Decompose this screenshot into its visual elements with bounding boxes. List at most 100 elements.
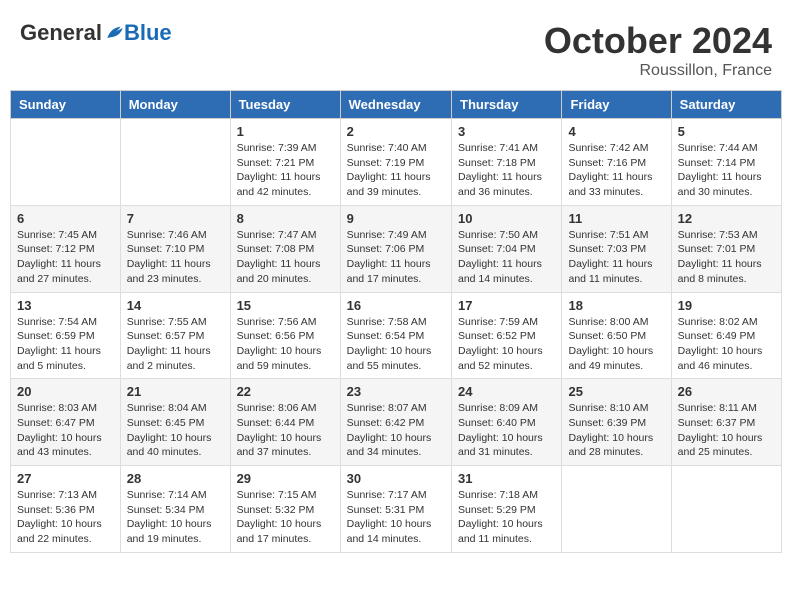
- calendar-cell: 29 Sunrise: 7:15 AM Sunset: 5:32 PM Dayli…: [230, 466, 340, 553]
- calendar-cell: 4 Sunrise: 7:42 AM Sunset: 7:16 PM Daylig…: [562, 119, 671, 206]
- day-number: 28: [127, 471, 224, 486]
- calendar-cell: 26Sunrise: 8:11 AM Sunset: 6:37 PM Dayli…: [671, 379, 781, 466]
- day-info: Sunrise: 7:42 AM Sunset: 7:16 PM Dayligh…: [568, 141, 664, 200]
- day-number: 13: [17, 298, 114, 313]
- day-number: 19: [678, 298, 775, 313]
- day-info: Sunrise: 7:47 AM Sunset: 7:08 PM Dayligh…: [237, 228, 334, 287]
- logo: General Blue: [20, 20, 172, 46]
- day-number: 2: [347, 124, 445, 139]
- day-number: 15: [237, 298, 334, 313]
- day-info: Sunrise: 8:06 AM Sunset: 6:44 PM Dayligh…: [237, 401, 334, 460]
- day-info: Sunrise: 7:59 AM Sunset: 6:52 PM Dayligh…: [458, 315, 555, 374]
- calendar-cell: [120, 119, 230, 206]
- day-info: Sunrise: 7:14 AM Sunset: 5:34 PM Dayligh…: [127, 488, 224, 547]
- calendar-cell: 21 Sunrise: 8:04 AM Sunset: 6:45 PM Dayli…: [120, 379, 230, 466]
- calendar-body: 1 Sunrise: 7:39 AM Sunset: 7:21 PM Daylig…: [11, 119, 782, 553]
- day-number: 25: [568, 384, 664, 399]
- day-number: 7: [127, 211, 224, 226]
- day-info: Sunrise: 8:03 AM Sunset: 6:47 PM Dayligh…: [17, 401, 114, 460]
- calendar-cell: 14 Sunrise: 7:55 AM Sunset: 6:57 PM Dayli…: [120, 292, 230, 379]
- day-info: Sunrise: 7:55 AM Sunset: 6:57 PM Dayligh…: [127, 315, 224, 374]
- calendar-cell: 8 Sunrise: 7:47 AM Sunset: 7:08 PM Daylig…: [230, 205, 340, 292]
- calendar-cell: 5 Sunrise: 7:44 AM Sunset: 7:14 PM Daylig…: [671, 119, 781, 206]
- day-info: Sunrise: 7:49 AM Sunset: 7:06 PM Dayligh…: [347, 228, 445, 287]
- day-number: 1: [237, 124, 334, 139]
- day-info: Sunrise: 7:39 AM Sunset: 7:21 PM Dayligh…: [237, 141, 334, 200]
- day-info: Sunrise: 7:46 AM Sunset: 7:10 PM Dayligh…: [127, 228, 224, 287]
- day-number: 6: [17, 211, 114, 226]
- calendar-day-header: Monday: [120, 91, 230, 119]
- day-number: 20: [17, 384, 114, 399]
- calendar-cell: 19Sunrise: 8:02 AM Sunset: 6:49 PM Dayli…: [671, 292, 781, 379]
- calendar-cell: 18 Sunrise: 8:00 AM Sunset: 6:50 PM Dayli…: [562, 292, 671, 379]
- calendar-header-row: SundayMondayTuesdayWednesdayThursdayFrid…: [11, 91, 782, 119]
- day-number: 4: [568, 124, 664, 139]
- calendar-cell: 20 Sunrise: 8:03 AM Sunset: 6:47 PM Dayli…: [11, 379, 121, 466]
- day-info: Sunrise: 7:53 AM Sunset: 7:01 PM Dayligh…: [678, 228, 775, 287]
- calendar-cell: 12 Sunrise: 7:53 AM Sunset: 7:01 PM Dayli…: [671, 205, 781, 292]
- calendar-cell: 30Sunrise: 7:17 AM Sunset: 5:31 PM Dayli…: [340, 466, 451, 553]
- calendar-cell: 9 Sunrise: 7:49 AM Sunset: 7:06 PM Daylig…: [340, 205, 451, 292]
- day-info: Sunrise: 7:58 AM Sunset: 6:54 PM Dayligh…: [347, 315, 445, 374]
- day-number: 21: [127, 384, 224, 399]
- calendar-day-header: Tuesday: [230, 91, 340, 119]
- calendar-cell: 6 Sunrise: 7:45 AM Sunset: 7:12 PM Daylig…: [11, 205, 121, 292]
- calendar-cell: 24 Sunrise: 8:09 AM Sunset: 6:40 PM Dayli…: [452, 379, 562, 466]
- day-info: Sunrise: 7:51 AM Sunset: 7:03 PM Dayligh…: [568, 228, 664, 287]
- day-info: Sunrise: 7:54 AM Sunset: 6:59 PM Dayligh…: [17, 315, 114, 374]
- calendar-cell: 16 Sunrise: 7:58 AM Sunset: 6:54 PM Dayli…: [340, 292, 451, 379]
- day-number: 29: [237, 471, 334, 486]
- day-info: Sunrise: 7:15 AM Sunset: 5:32 PM Dayligh…: [237, 488, 334, 547]
- title-block: October 2024 Roussillon, France: [544, 20, 772, 80]
- day-number: 27: [17, 471, 114, 486]
- calendar-cell: 25Sunrise: 8:10 AM Sunset: 6:39 PM Dayli…: [562, 379, 671, 466]
- calendar-day-header: Sunday: [11, 91, 121, 119]
- day-info: Sunrise: 8:07 AM Sunset: 6:42 PM Dayligh…: [347, 401, 445, 460]
- day-info: Sunrise: 7:18 AM Sunset: 5:29 PM Dayligh…: [458, 488, 555, 547]
- calendar-cell: [562, 466, 671, 553]
- day-number: 26: [678, 384, 775, 399]
- day-info: Sunrise: 7:45 AM Sunset: 7:12 PM Dayligh…: [17, 228, 114, 287]
- day-number: 8: [237, 211, 334, 226]
- calendar-week-row: 13 Sunrise: 7:54 AM Sunset: 6:59 PM Dayli…: [11, 292, 782, 379]
- day-info: Sunrise: 8:00 AM Sunset: 6:50 PM Dayligh…: [568, 315, 664, 374]
- calendar-cell: 11 Sunrise: 7:51 AM Sunset: 7:03 PM Dayli…: [562, 205, 671, 292]
- day-info: Sunrise: 8:09 AM Sunset: 6:40 PM Dayligh…: [458, 401, 555, 460]
- calendar-cell: 15 Sunrise: 7:56 AM Sunset: 6:56 PM Dayli…: [230, 292, 340, 379]
- day-number: 18: [568, 298, 664, 313]
- calendar-cell: 1 Sunrise: 7:39 AM Sunset: 7:21 PM Daylig…: [230, 119, 340, 206]
- day-number: 14: [127, 298, 224, 313]
- calendar-cell: [671, 466, 781, 553]
- calendar-cell: 10 Sunrise: 7:50 AM Sunset: 7:04 PM Dayli…: [452, 205, 562, 292]
- day-info: Sunrise: 8:04 AM Sunset: 6:45 PM Dayligh…: [127, 401, 224, 460]
- page-header: General Blue October 2024 Roussillon, Fr…: [10, 10, 782, 85]
- day-number: 12: [678, 211, 775, 226]
- day-info: Sunrise: 7:56 AM Sunset: 6:56 PM Dayligh…: [237, 315, 334, 374]
- day-number: 9: [347, 211, 445, 226]
- day-number: 23: [347, 384, 445, 399]
- day-number: 17: [458, 298, 555, 313]
- day-info: Sunrise: 7:17 AM Sunset: 5:31 PM Dayligh…: [347, 488, 445, 547]
- day-info: Sunrise: 7:13 AM Sunset: 5:36 PM Dayligh…: [17, 488, 114, 547]
- logo-general: General: [20, 20, 102, 46]
- day-info: Sunrise: 7:41 AM Sunset: 7:18 PM Dayligh…: [458, 141, 555, 200]
- day-number: 16: [347, 298, 445, 313]
- logo-bird-icon: [104, 24, 124, 42]
- calendar-day-header: Wednesday: [340, 91, 451, 119]
- day-number: 11: [568, 211, 664, 226]
- calendar-cell: 17 Sunrise: 7:59 AM Sunset: 6:52 PM Dayli…: [452, 292, 562, 379]
- day-info: Sunrise: 7:50 AM Sunset: 7:04 PM Dayligh…: [458, 228, 555, 287]
- calendar-week-row: 20 Sunrise: 8:03 AM Sunset: 6:47 PM Dayli…: [11, 379, 782, 466]
- day-number: 5: [678, 124, 775, 139]
- day-number: 10: [458, 211, 555, 226]
- day-number: 22: [237, 384, 334, 399]
- calendar-cell: 13 Sunrise: 7:54 AM Sunset: 6:59 PM Dayli…: [11, 292, 121, 379]
- day-info: Sunrise: 7:44 AM Sunset: 7:14 PM Dayligh…: [678, 141, 775, 200]
- day-number: 31: [458, 471, 555, 486]
- day-info: Sunrise: 7:40 AM Sunset: 7:19 PM Dayligh…: [347, 141, 445, 200]
- calendar-cell: 22 Sunrise: 8:06 AM Sunset: 6:44 PM Dayli…: [230, 379, 340, 466]
- day-number: 3: [458, 124, 555, 139]
- calendar-cell: 7 Sunrise: 7:46 AM Sunset: 7:10 PM Daylig…: [120, 205, 230, 292]
- calendar-cell: 31 Sunrise: 7:18 AM Sunset: 5:29 PM Dayli…: [452, 466, 562, 553]
- day-number: 24: [458, 384, 555, 399]
